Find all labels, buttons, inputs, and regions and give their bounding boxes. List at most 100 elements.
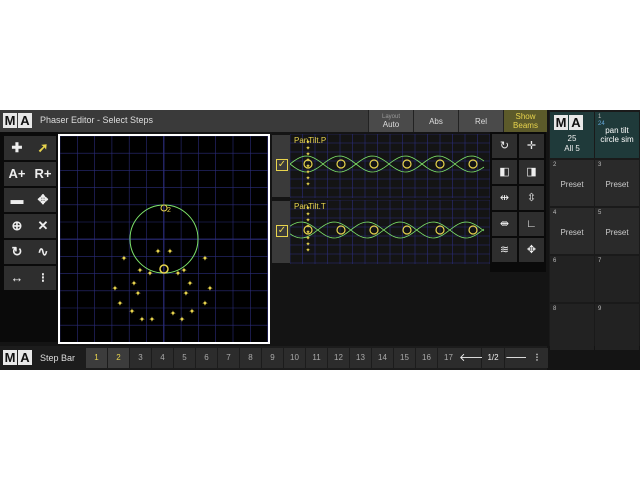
- beam-point-icon: ✦: [129, 307, 136, 316]
- step-dots-icon[interactable]: ⁝: [526, 348, 548, 368]
- beam-point-icon: ✦: [181, 266, 188, 275]
- add-step-icon[interactable]: ✚: [4, 136, 30, 160]
- ma-logo: MA: [3, 350, 32, 365]
- preset-header-num: 25: [567, 134, 577, 143]
- step-dots-icon[interactable]: ⁝: [30, 266, 56, 290]
- beam-point-icon: ✦: [305, 235, 310, 242]
- preset-cell-4[interactable]: 4 Preset: [550, 208, 594, 254]
- step-2[interactable]: 2: [108, 348, 129, 368]
- beam-point-icon: ✦: [202, 299, 209, 308]
- preset-cell-5[interactable]: 5 Preset: [595, 208, 639, 254]
- preset-header[interactable]: MA 25 All 5: [550, 112, 594, 158]
- step-10[interactable]: 10: [284, 348, 305, 368]
- beam-point-icon: ✦: [202, 254, 209, 263]
- beam-point-icon: ✦: [305, 241, 310, 248]
- step-12[interactable]: 12: [328, 348, 349, 368]
- absolute-plus-button[interactable]: A+: [4, 162, 30, 186]
- wave-path: [290, 155, 485, 173]
- step-4[interactable]: 4: [152, 348, 173, 368]
- rotate-icon[interactable]: ↻: [4, 240, 30, 264]
- page-indicator: 1/2: [482, 348, 504, 368]
- beam-point-icon: ✦: [135, 289, 142, 298]
- crosshair-icon[interactable]: ✛: [519, 134, 544, 158]
- lane-tilt-toggle[interactable]: ✓: [272, 201, 290, 263]
- preset-cell-3[interactable]: 3 Preset: [595, 160, 639, 206]
- preset-cell-2[interactable]: 2 Preset: [550, 160, 594, 206]
- align-right-icon[interactable]: ◨: [519, 160, 544, 184]
- step-14[interactable]: 14: [372, 348, 393, 368]
- beam-point-icon: ✦: [147, 269, 154, 278]
- ma-logo: MA: [554, 115, 583, 130]
- preset-cell-8[interactable]: 8: [550, 304, 594, 350]
- move-all-icon[interactable]: ✥: [519, 238, 544, 262]
- beam-point-icon: ✦: [189, 307, 196, 316]
- beam-point-icon: ✦: [155, 247, 162, 256]
- preset-number: 3: [598, 162, 602, 168]
- wave-icon[interactable]: ∿: [30, 240, 56, 264]
- beam-point-icon: ✦: [112, 284, 119, 293]
- step-8[interactable]: 8: [240, 348, 261, 368]
- abs-button[interactable]: Abs: [413, 110, 458, 132]
- preset-number: 6: [553, 258, 557, 264]
- arrow-left-icon[interactable]: 🡐: [459, 348, 489, 368]
- preset-cell-1[interactable]: 1 24 pan tilt circle sim: [595, 112, 639, 158]
- step-5[interactable]: 5: [174, 348, 195, 368]
- step-13[interactable]: 13: [350, 348, 371, 368]
- lane-tilt-name: PanTilt.T: [294, 202, 326, 211]
- window-title: Phaser Editor - Select Steps: [40, 115, 154, 125]
- rel-button[interactable]: Rel: [458, 110, 503, 132]
- preset-cell-9[interactable]: 9: [595, 304, 639, 350]
- step-17[interactable]: 17: [438, 348, 459, 368]
- preset-cell-6[interactable]: 6: [550, 256, 594, 302]
- step-9[interactable]: 9: [262, 348, 283, 368]
- wave-path: [290, 221, 485, 239]
- beam-point-icon: ✦: [305, 217, 310, 224]
- step-6[interactable]: 6: [196, 348, 217, 368]
- lane-pan-name: PanTilt.P: [294, 136, 327, 145]
- beam-point-icon: ✦: [207, 284, 214, 293]
- preset-cell-7[interactable]: 7: [595, 256, 639, 302]
- checkmark-icon[interactable]: ✓: [276, 225, 288, 237]
- phaser-grid-canvas[interactable]: 2✦ ✦✦ ✦✦ ✦✦ ✦✦ ✦✦ ✦✦ ✦✦ ✦✦ ✦✦ ✦✦✦: [60, 136, 268, 342]
- step-1[interactable]: 1: [86, 348, 107, 368]
- align-left-icon[interactable]: ◧: [492, 160, 517, 184]
- mirror-icon[interactable]: ⇼: [492, 212, 517, 236]
- split-horizontal-icon[interactable]: ⇹: [492, 186, 517, 210]
- preset-label: Preset: [605, 180, 629, 189]
- beam-point-icon: ✦: [305, 229, 310, 236]
- preset-number: 4: [553, 210, 557, 216]
- step-16[interactable]: 16: [416, 348, 437, 368]
- angle-icon[interactable]: ∟: [519, 212, 544, 236]
- step-15[interactable]: 15: [394, 348, 415, 368]
- beam-point-icon: ✦: [305, 175, 310, 182]
- arrow-right-icon[interactable]: 🡒: [505, 348, 535, 368]
- lane-pan-toggle[interactable]: ✓: [272, 135, 290, 197]
- move-icon[interactable]: ✥: [30, 188, 56, 212]
- refresh-icon[interactable]: ↻: [492, 134, 517, 158]
- scale-icon[interactable]: ✕: [30, 214, 56, 238]
- preset-label: Preset: [605, 228, 629, 237]
- step-3[interactable]: 3: [130, 348, 151, 368]
- checkmark-icon[interactable]: ✓: [276, 159, 288, 171]
- split-vertical-icon[interactable]: ⇳: [519, 186, 544, 210]
- beam-point-icon: ✦: [170, 309, 177, 318]
- spread-icon[interactable]: ↔: [4, 266, 30, 290]
- show-beams-button[interactable]: Show Beams: [503, 110, 547, 132]
- step-7[interactable]: 7: [218, 348, 239, 368]
- minus-icon[interactable]: ▬: [4, 188, 30, 212]
- layout-button[interactable]: Layout Auto: [368, 110, 413, 132]
- center-icon[interactable]: ⊕: [4, 214, 30, 238]
- beam-point-icon: ✦: [131, 279, 138, 288]
- beam-point-icon: ✦: [137, 266, 144, 275]
- step-11[interactable]: 11: [306, 348, 327, 368]
- beam-point-icon: ✦: [167, 247, 174, 256]
- step-bar-label: Step Bar: [40, 353, 76, 363]
- phaser-grid-view[interactable]: 2 ✦ ✦ ✦ ✦ ✦ ✦ ✦ ✦ ✦ ✦ ✦ ✦ ✦ ✦ ✦ ✦ ✦ ✦ ✦ ✦ ✦ ✦: [58, 134, 270, 344]
- right-tool-panel: ↻ ✛ ◧ ◨ ⇹ ⇳ ⇼ ∟ ≋ ✥: [490, 132, 546, 272]
- left-tool-panel: ✚ ➚ A+ R+ ▬ ✥ ⊕ ✕ ↻ ∿ ↔ ⁝: [0, 132, 58, 342]
- relative-plus-button[interactable]: R+: [30, 162, 56, 186]
- preset-number: 9: [598, 306, 602, 312]
- select-arrow-icon[interactable]: ➚: [30, 136, 56, 160]
- preset-number: 2: [553, 162, 557, 168]
- layers-icon[interactable]: ≋: [492, 238, 517, 262]
